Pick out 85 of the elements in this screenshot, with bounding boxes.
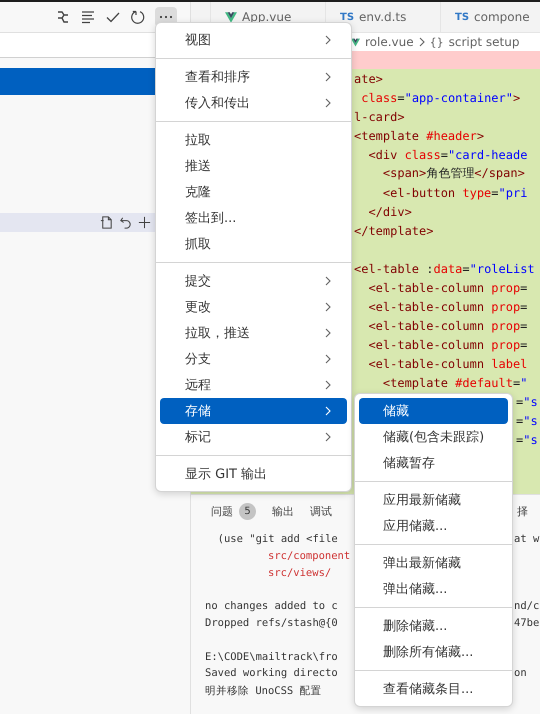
- braces-icon: {}: [430, 36, 444, 48]
- code-line: <el-table-column prop=: [367, 318, 528, 332]
- menu-item[interactable]: 显示 GIT 输出: [160, 461, 347, 487]
- menu-item[interactable]: 弹出最新储藏: [359, 550, 508, 576]
- terminal-line: 47be: [514, 616, 540, 631]
- vue-icon: [351, 38, 360, 46]
- chevron-icon: [325, 432, 331, 442]
- chevron-icon: [325, 302, 331, 312]
- code-line: <el-table-column prop=: [367, 300, 528, 314]
- menu-item[interactable]: 储藏(包含未跟踪): [359, 424, 508, 450]
- menu-item[interactable]: 推送: [160, 153, 347, 179]
- menu-item[interactable]: 标记: [160, 424, 347, 450]
- chevron-icon: [325, 406, 331, 416]
- chevron-icon: [325, 380, 331, 390]
- panel-tab[interactable]: 问题: [211, 504, 233, 518]
- panel-tab[interactable]: 调试: [310, 504, 332, 518]
- code-line: class="app-container">: [360, 90, 520, 104]
- panel-tab[interactable]: 输出: [272, 504, 294, 518]
- menu-item[interactable]: 分支: [160, 346, 347, 372]
- menu-item[interactable]: 签出到...: [160, 205, 347, 231]
- chevron-icon: [325, 276, 331, 286]
- code-line: <div class="card-heade: [367, 148, 528, 162]
- terminal-line: Saved working directo: [205, 667, 338, 682]
- menu-item[interactable]: 删除所有储藏...: [359, 639, 508, 665]
- code-line: <el-table-column prop=: [367, 338, 528, 352]
- menu-item[interactable]: 远程: [160, 372, 347, 398]
- menu-item[interactable]: 克隆: [160, 179, 347, 205]
- menu-item[interactable]: 拉取: [160, 127, 347, 153]
- code-line: l-card>: [354, 110, 405, 124]
- menu-item[interactable]: 更改: [160, 294, 347, 320]
- menu-item[interactable]: 存储: [160, 398, 347, 424]
- menu-item[interactable]: 弹出储藏...: [359, 576, 508, 602]
- code-line: </template>: [354, 224, 434, 238]
- plus-icon[interactable]: [137, 215, 152, 230]
- menu-item[interactable]: 抓取: [160, 231, 347, 257]
- code-line: <template #default=": [382, 376, 528, 390]
- code-line: <el-table-column prop=: [367, 280, 528, 294]
- list-icon[interactable]: [80, 9, 96, 25]
- code-line: ="s: [516, 414, 538, 428]
- count-badge: 5: [239, 502, 256, 520]
- code-line: <el-table-column label: [367, 356, 528, 370]
- panel-tab[interactable]: 择: [517, 504, 528, 518]
- menu-item[interactable]: 删除储藏...: [359, 613, 508, 639]
- code-line: <el-table :data="roleList: [354, 262, 535, 276]
- document-icon[interactable]: [99, 215, 114, 230]
- chevron-icon: [325, 328, 331, 338]
- code-line: ="s: [516, 394, 538, 408]
- menu-item[interactable]: 应用储藏...: [359, 513, 508, 539]
- chevron-icon: [418, 37, 425, 47]
- vue-icon: [225, 12, 237, 22]
- menu-item[interactable]: 储藏: [359, 398, 508, 424]
- refresh-icon[interactable]: [130, 9, 146, 25]
- terminal-line: no changes added to c: [205, 600, 338, 614]
- terminal-line: E:\CODE\mailtrack\fro: [205, 650, 338, 665]
- terminal-line: (use "git add <file: [216, 533, 338, 547]
- undo-icon[interactable]: [118, 215, 133, 230]
- terminal-line: Dropped refs/stash@{0: [205, 616, 338, 631]
- terminal-line: at w: [514, 533, 540, 547]
- menu-item[interactable]: 应用最新储藏: [359, 487, 508, 513]
- code-line: ="s: [516, 432, 538, 446]
- chevron-icon: [325, 98, 331, 108]
- menu-item[interactable]: 传入和传出: [160, 90, 347, 116]
- breadcrumb-item[interactable]: script setup: [448, 35, 520, 49]
- breadcrumb-item[interactable]: role.vue: [365, 35, 414, 49]
- code-line: <span>角色管理</span>: [382, 165, 525, 182]
- graph-icon[interactable]: [55, 9, 71, 25]
- terminal-line: nd/c: [514, 600, 540, 614]
- menu-item[interactable]: 查看储藏条目...: [359, 676, 508, 702]
- code-line: </div>: [367, 204, 412, 218]
- menu-item[interactable]: 拉取，推送: [160, 320, 347, 346]
- terminal-line: src/views/: [267, 566, 332, 581]
- menu-item[interactable]: 提交: [160, 268, 347, 294]
- menu-item[interactable]: 储藏暂存: [359, 450, 508, 476]
- editor-tab[interactable]: TS compone: [440, 2, 540, 32]
- chevron-icon: [325, 354, 331, 364]
- terminal-line: src/component: [267, 550, 350, 564]
- code-line: ate>: [354, 72, 383, 86]
- terminal-line: 明并移除 UnoCSS 配置: [205, 684, 322, 700]
- terminal-line: on: [514, 667, 527, 682]
- code-line: <el-button type="pri: [382, 186, 528, 200]
- code-line: <template #header>: [354, 128, 484, 142]
- more-icon: [159, 15, 173, 19]
- chevron-icon: [325, 72, 331, 82]
- chevron-icon: [325, 35, 331, 45]
- menu-item[interactable]: 查看和排序: [160, 64, 347, 90]
